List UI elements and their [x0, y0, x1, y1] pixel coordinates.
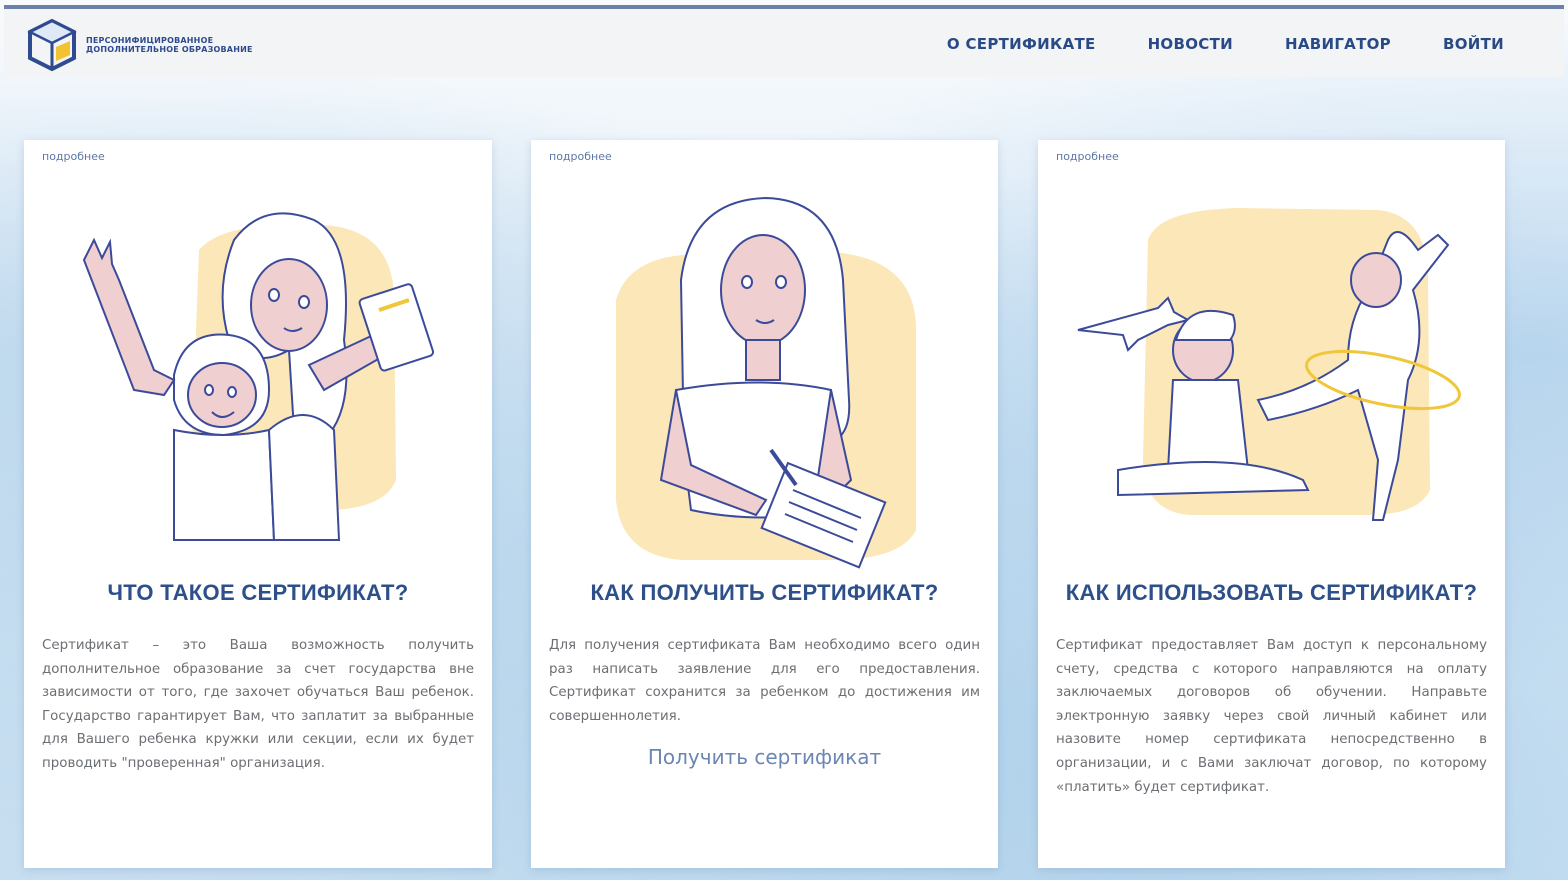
children-activities-illustration: [1077, 208, 1461, 521]
card-description: Сертификат – это Ваша возможность получи…: [42, 638, 474, 771]
more-link[interactable]: подробнее: [1056, 150, 1119, 163]
card-title: КАК ИСПОЛЬЗОВАТЬ СЕРТИФИКАТ?: [1065, 580, 1478, 605]
logo-text: Персонифицированное дополнительное образ…: [86, 36, 253, 54]
card-title: ЧТО ТАКОЕ СЕРТИФИКАТ?: [107, 580, 409, 605]
woman-signing-illustration: [616, 196, 916, 569]
site-logo[interactable]: Персонифицированное дополнительное образ…: [24, 17, 256, 73]
more-link[interactable]: подробнее: [549, 150, 612, 163]
top-header: Персонифицированное дополнительное образ…: [4, 5, 1564, 77]
main-nav: О СЕРТИФИКАТЕ НОВОСТИ НАВИГАТОР ВОЙТИ: [947, 35, 1504, 53]
more-link[interactable]: подробнее: [42, 150, 105, 163]
mother-daughter-illustration: [82, 212, 435, 541]
get-certificate-link[interactable]: Получить сертификат: [531, 745, 998, 769]
card-how-to-use-certificate: подробнее КАК ИСПОЛЬЗОВАТЬ СЕРТИФИКАТ? С…: [1038, 140, 1505, 868]
card-description: Для получения сертификата Вам необходимо…: [549, 638, 980, 724]
nav-navigator[interactable]: НАВИГАТОР: [1285, 35, 1391, 53]
card-what-is-certificate: подробнее ЧТО ТАКОЕ СЕРТИФИКАТ? Сертифик…: [24, 140, 492, 868]
card-title: КАК ПОЛУЧИТЬ СЕРТИФИКАТ?: [590, 580, 939, 605]
nav-news[interactable]: НОВОСТИ: [1148, 35, 1233, 53]
logo-cube-icon: [27, 18, 77, 72]
card-how-to-get-certificate: подробнее КАК ПОЛУЧИТЬ СЕРТИФИКАТ? Для п…: [531, 140, 998, 868]
nav-about-certificate[interactable]: О СЕРТИФИКАТЕ: [947, 35, 1096, 53]
nav-login[interactable]: ВОЙТИ: [1443, 35, 1504, 53]
card-description: Сертификат предоставляет Вам доступ к пе…: [1056, 638, 1487, 795]
